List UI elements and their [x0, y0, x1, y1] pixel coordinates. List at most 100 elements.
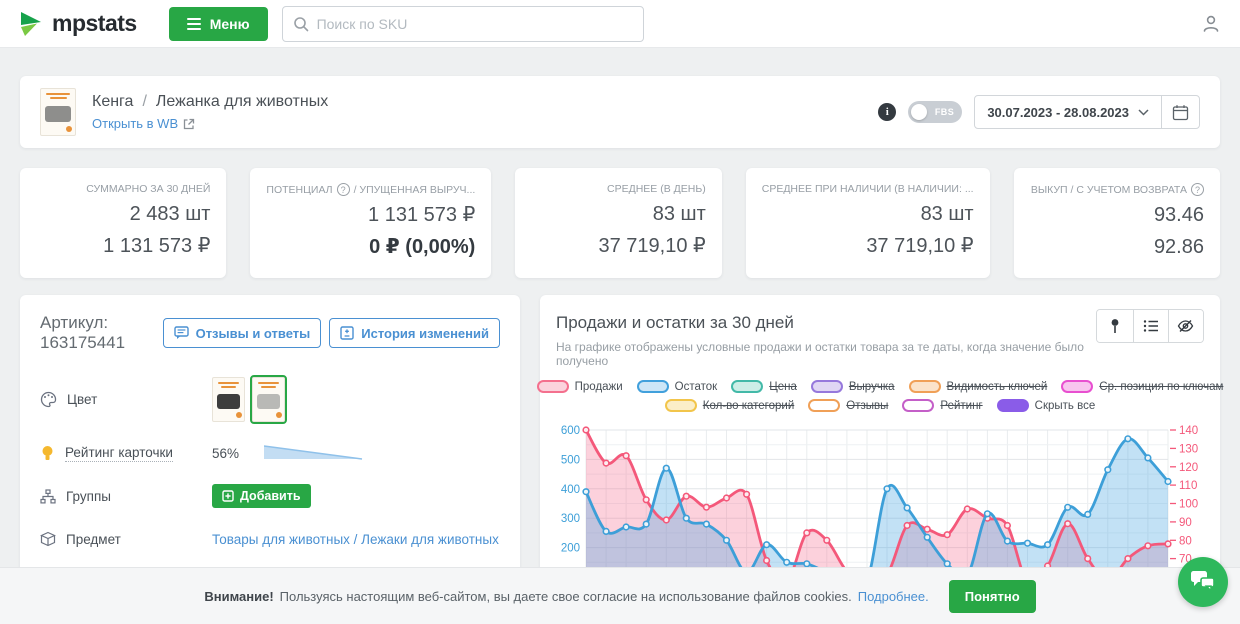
topbar: mpstats Меню	[0, 0, 1240, 48]
stat-card-label: СРЕДНЕЕ ПРИ НАЛИЧИИ (В НАЛИЧИИ: ...	[762, 183, 974, 195]
legend-swatch	[902, 399, 934, 412]
legend-item-label: Ср. позиция по ключам	[1099, 381, 1223, 393]
menu-button[interactable]: Меню	[169, 7, 268, 41]
svg-text:400: 400	[561, 484, 580, 496]
sku-title: Артикул: 163175441	[40, 313, 155, 353]
stat-card-label: ПОТЕНЦИАЛ? / УПУЩЕННАЯ ВЫРУЧ...	[266, 183, 475, 196]
stat-card-1: ПОТЕНЦИАЛ? / УПУЩЕННАЯ ВЫРУЧ... 1 131 573 …	[250, 168, 491, 278]
calendar-icon	[1172, 104, 1189, 121]
change-history-button[interactable]: История изменений	[329, 318, 500, 348]
svg-text:130: 130	[1179, 443, 1198, 455]
product-thumbnail	[40, 88, 76, 136]
svg-text:120: 120	[1179, 462, 1198, 474]
legend-swatch	[537, 380, 569, 393]
stat-card-value-1: 83 шт	[921, 202, 974, 227]
fbs-toggle-label: FBS	[935, 101, 955, 123]
svg-text:100: 100	[1179, 499, 1198, 511]
hamburger-icon	[187, 18, 201, 30]
legend-swatch	[909, 380, 941, 393]
stat-card-label-text: СУММАРНО ЗА 30 ДНЕЙ	[86, 183, 210, 195]
chart-title: Продажи и остатки за 30 дней	[556, 313, 1096, 333]
breadcrumb: Кенга / Лежанка для животных	[92, 93, 328, 111]
color-variant-dark[interactable]	[212, 377, 245, 422]
stat-card-value-1: 93.46	[1154, 203, 1204, 228]
breadcrumb-brand[interactable]: Кенга	[92, 93, 133, 111]
search-icon	[293, 16, 309, 32]
stat-card-label: СРЕДНЕЕ (В ДЕНЬ)	[607, 183, 706, 195]
stat-card-value-1: 1 131 573 ₽	[368, 203, 475, 228]
chat-bubble-icon	[174, 326, 189, 340]
legend-item-Кол-во категорий[interactable]: Кол-во категорий	[665, 399, 795, 412]
legend-item-Видимость ключей[interactable]: Видимость ключей	[909, 380, 1048, 393]
search-input[interactable]	[317, 16, 633, 32]
legend-list-button[interactable]	[1133, 310, 1168, 342]
groups-hierarchy-icon	[40, 489, 56, 504]
groups-label: Группы	[66, 489, 111, 504]
stat-card-label-suffix: / УПУЩЕННАЯ ВЫРУЧ...	[354, 184, 476, 196]
legend-item-label: Скрыть все	[1035, 400, 1096, 412]
pin-marker-button[interactable]	[1097, 310, 1132, 342]
add-group-button[interactable]: Добавить	[212, 484, 311, 508]
chart-toolbar	[1096, 309, 1204, 343]
stat-card-value-2: 1 131 573 ₽	[103, 234, 210, 259]
question-circle-icon[interactable]: ?	[337, 183, 350, 196]
stat-card-value-1: 83 шт	[653, 202, 706, 227]
cookie-warning-bold: Внимание!	[204, 589, 273, 604]
legend-item-label: Выручка	[849, 381, 895, 393]
stat-card-value-2: 0 ₽ (0,00%)	[369, 235, 475, 260]
svg-text:300: 300	[561, 513, 580, 525]
chat-bubbles-icon	[1190, 570, 1216, 594]
list-icon	[1143, 319, 1159, 333]
fbs-toggle[interactable]: FBS	[908, 101, 962, 123]
open-in-wb-link[interactable]: Открыть в WB	[92, 116, 328, 131]
palette-icon	[40, 391, 57, 408]
breadcrumb-separator: /	[142, 93, 146, 111]
legend-item-label: Рейтинг	[940, 400, 982, 412]
legend-item-Продажи[interactable]: Продажи	[537, 380, 623, 393]
stat-cards-row: СУММАРНО ЗА 30 ДНЕЙ2 483 шт1 131 573 ₽ПО…	[20, 168, 1220, 278]
legend-item-Отзывы[interactable]: Отзывы	[808, 399, 888, 412]
legend-item-label: Остаток	[675, 381, 718, 393]
svg-text:500: 500	[561, 454, 580, 466]
card-rating-label: Рейтинг карточки	[65, 445, 173, 462]
legend-item-Рейтинг[interactable]: Рейтинг	[902, 399, 982, 412]
info-icon[interactable]: i	[878, 103, 896, 121]
chevron-down-icon	[1138, 109, 1149, 116]
logo[interactable]: mpstats	[18, 10, 137, 37]
stat-card-label: ВЫКУП / С УЧЕТОМ ВОЗВРАТА?	[1031, 183, 1204, 196]
stat-card-label-text: ПОТЕНЦИАЛ	[266, 184, 332, 196]
chart-legend: Продажи Остаток Цена Выручка Видимость ключе…	[556, 380, 1204, 412]
date-range-value: 30.07.2023 - 28.08.2023	[987, 105, 1129, 120]
color-variant-gray-selected[interactable]	[252, 377, 285, 422]
color-label: Цвет	[67, 392, 97, 407]
stat-card-value-2: 92.86	[1154, 235, 1204, 260]
support-chat-button[interactable]	[1178, 557, 1228, 607]
pin-icon	[1108, 318, 1122, 334]
search-box[interactable]	[282, 6, 644, 42]
date-range-selector[interactable]: 30.07.2023 - 28.08.2023	[975, 96, 1161, 128]
chart-subtitle: На графике отображены условные продажи и…	[556, 340, 1096, 368]
stat-card-label: СУММАРНО ЗА 30 ДНЕЙ	[86, 183, 210, 195]
calendar-button[interactable]	[1161, 96, 1199, 128]
legend-item-Скрыть все[interactable]: Скрыть все	[997, 399, 1096, 412]
user-icon[interactable]	[1200, 13, 1222, 35]
stat-card-0: СУММАРНО ЗА 30 ДНЕЙ2 483 шт1 131 573 ₽	[20, 168, 226, 278]
cookie-more-link[interactable]: Подробнее.	[858, 589, 929, 604]
legend-item-Выручка[interactable]: Выручка	[811, 380, 895, 393]
subject-category-link[interactable]: Товары для животных / Лежаки для животны…	[212, 532, 499, 547]
legend-item-label: Продажи	[575, 381, 623, 393]
mpstats-logo-icon	[18, 11, 44, 37]
legend-item-label: Цена	[769, 381, 797, 393]
toggle-knob	[911, 104, 927, 120]
legend-swatch	[808, 399, 840, 412]
breadcrumb-product: Лежанка для животных	[156, 93, 328, 111]
reviews-answers-button[interactable]: Отзывы и ответы	[163, 318, 322, 348]
legend-item-Ср. позиция по ключам[interactable]: Ср. позиция по ключам	[1061, 380, 1223, 393]
legend-item-Остаток[interactable]: Остаток	[637, 380, 718, 393]
svg-text:90: 90	[1179, 517, 1192, 529]
legend-item-Цена[interactable]: Цена	[731, 380, 797, 393]
cookie-accept-button[interactable]: Понятно	[949, 580, 1036, 613]
question-circle-icon[interactable]: ?	[1191, 183, 1204, 196]
legend-swatch	[997, 399, 1029, 412]
hide-series-button[interactable]	[1168, 310, 1203, 342]
